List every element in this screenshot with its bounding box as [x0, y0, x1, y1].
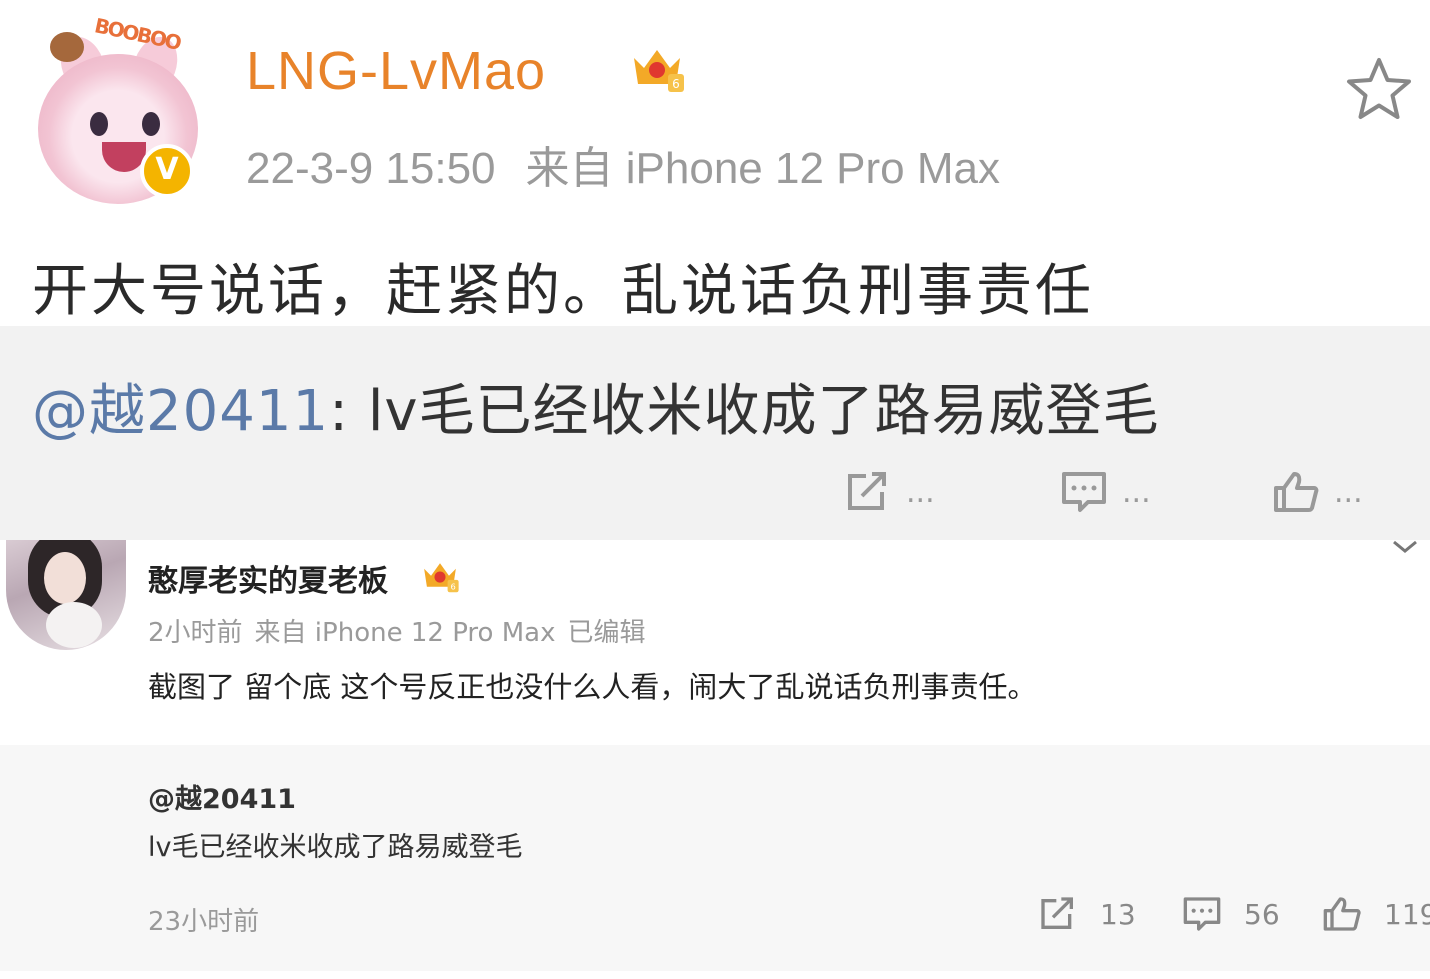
repost-time: 2小时前 [148, 618, 243, 648]
share-button[interactable]: ... [844, 470, 935, 514]
comment-count: ... [1122, 474, 1151, 510]
verified-v-icon: V [140, 144, 194, 198]
like-button[interactable]: 119 [1322, 895, 1430, 933]
original-post: BOOBOO V LNG-LvMao 6 22-3-9 15:50 来自 iPho… [0, 0, 1430, 540]
post-text: 开大号说话，赶紧的。乱说话负刑事责任 [32, 259, 1094, 324]
avatar-eye-right [142, 112, 160, 136]
repost: 憨厚老实的夏老板 6 2小时前 来自 iPhone 12 Pro Max 已编辑 截… [0, 540, 1430, 745]
quoted-time: 23小时前 [148, 907, 260, 937]
share-count: 13 [1100, 897, 1136, 931]
repost-quoted-post[interactable]: @越20411 lv毛已经收米收成了路易威登毛 23小时前 13 56 119 [0, 745, 1430, 971]
post-meta: 22-3-9 15:50 来自 iPhone 12 Pro Max [246, 132, 1000, 196]
post-source: 来自 iPhone 12 Pro Max [525, 144, 1000, 193]
share-count: ... [906, 474, 935, 510]
like-icon [1274, 472, 1319, 512]
like-button[interactable]: ... [1272, 470, 1363, 514]
like-count: 119 [1384, 897, 1430, 931]
comment-count: 56 [1244, 897, 1280, 931]
like-icon [1323, 897, 1361, 931]
quoted-text: lv毛已经收米收成了路易威登毛 [148, 832, 523, 863]
repost-meta: 2小时前 来自 iPhone 12 Pro Max 已编辑 [148, 612, 645, 649]
share-icon [848, 472, 886, 510]
repost-author-avatar[interactable] [6, 540, 126, 650]
post-date: 22-3-9 15:50 [246, 144, 496, 193]
quoted-mention[interactable]: @越20411 [32, 379, 329, 444]
crown-badge-icon[interactable]: 6 [420, 556, 460, 594]
avatar-face [44, 552, 86, 604]
member-level: 6 [450, 581, 455, 591]
like-count: ... [1334, 474, 1363, 510]
quoted-post[interactable]: @越20411: lv毛已经收米收成了路易威登毛 ... ... ... [0, 326, 1430, 540]
chevron-down-icon[interactable] [1392, 540, 1418, 554]
comment-button[interactable]: ... [1060, 470, 1151, 514]
star-icon[interactable] [1344, 56, 1414, 122]
share-icon [1041, 897, 1073, 929]
comment-button[interactable]: 56 [1182, 895, 1280, 933]
repost-edited: 已编辑 [567, 618, 646, 648]
quoted-text: : lv毛已经收米收成了路易威登毛 [329, 379, 1160, 444]
avatar-cat [46, 602, 102, 648]
quoted-author[interactable]: @越20411 [148, 777, 296, 816]
comment-icon [1183, 897, 1221, 931]
repost-source: 来自 iPhone 12 Pro Max [254, 618, 556, 648]
avatar-letters: BOOBOO [92, 13, 183, 55]
member-level: 6 [672, 77, 680, 91]
comment-icon [1062, 472, 1106, 512]
repost-author-name[interactable]: 憨厚老实的夏老板 [148, 556, 388, 600]
share-button[interactable]: 13 [1038, 895, 1136, 933]
repost-text: 截图了 留个底 这个号反正也没什么人看，闹大了乱说话负刑事责任。 [148, 670, 1037, 704]
crown-badge-icon[interactable]: 6 [628, 40, 686, 94]
avatar-bear-decoration [50, 32, 84, 62]
avatar-eye-left [90, 112, 108, 136]
author-name[interactable]: LNG-LvMao [246, 40, 546, 102]
quoted-line: @越20411: lv毛已经收米收成了路易威登毛 [32, 366, 1160, 447]
